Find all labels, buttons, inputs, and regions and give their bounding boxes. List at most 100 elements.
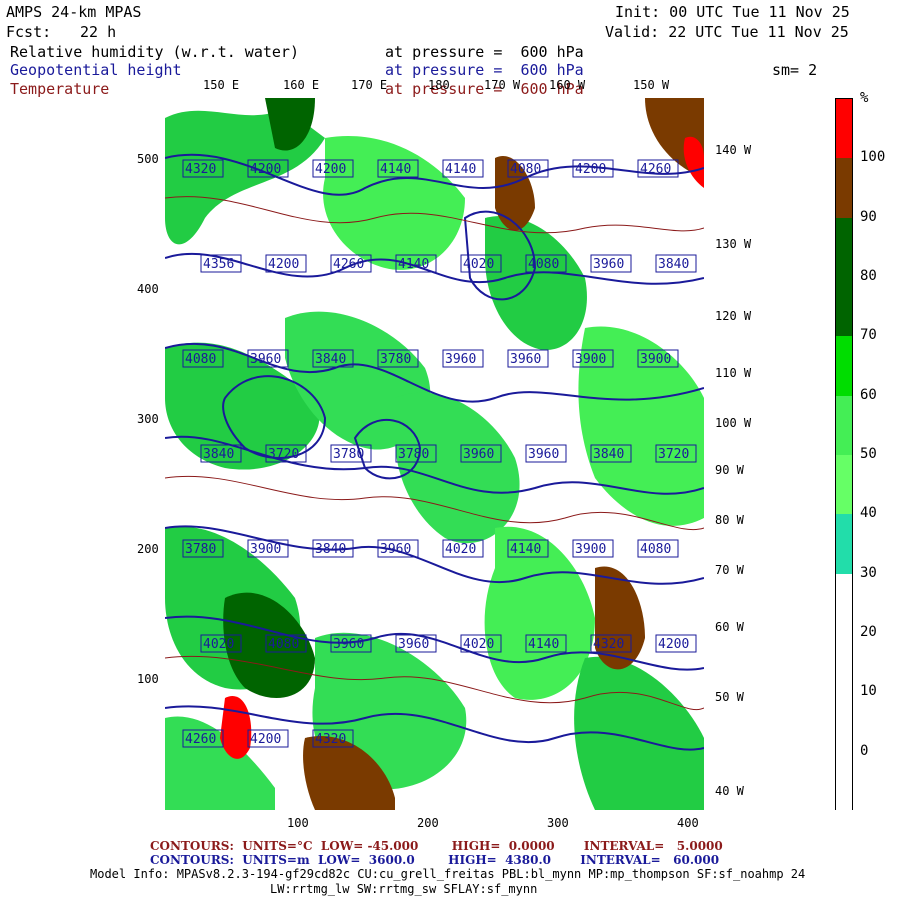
x-tick-label: 300 — [547, 816, 569, 830]
colorbar-label: 20 — [860, 624, 877, 640]
y-tick-label: 200 — [137, 542, 159, 556]
colorbar-segment — [836, 573, 852, 633]
temp-contour-info: CONTOURS: UNITS=°C LOW= -45.000 HIGH= 0.… — [150, 839, 723, 853]
smoothing-label: sm= 2 — [772, 61, 818, 79]
svg-text:3960: 3960 — [398, 637, 429, 652]
field-height-level: at pressure = 600 hPa — [385, 61, 584, 79]
x-tick-label: 200 — [417, 816, 439, 830]
right-lon-label: 70 W — [715, 563, 744, 577]
svg-text:4140: 4140 — [510, 542, 541, 557]
right-lon-label: 50 W — [715, 690, 744, 704]
top-lon-label: 180 — [428, 78, 450, 92]
colorbar-label: 70 — [860, 327, 877, 344]
y-tick-label: 400 — [137, 282, 159, 296]
svg-text:3840: 3840 — [593, 447, 624, 462]
svg-text:4200: 4200 — [658, 637, 689, 652]
y-tick-label: 500 — [137, 152, 159, 166]
colorbar-segment — [836, 514, 852, 574]
svg-text:4140: 4140 — [445, 162, 476, 177]
field-temp-name: Temperature — [10, 80, 110, 98]
colorbar-segment — [836, 217, 852, 277]
top-lon-label: 170 W — [484, 78, 521, 92]
svg-text:4260: 4260 — [185, 732, 216, 747]
colorbar-label: 50 — [860, 446, 877, 462]
colorbar-label: 30 — [860, 564, 877, 581]
colorbar-label: 60 — [860, 386, 877, 403]
svg-text:4320: 4320 — [185, 162, 216, 177]
svg-text:3840: 3840 — [658, 257, 689, 272]
colorbar-label: 10 — [860, 683, 877, 700]
svg-text:3900: 3900 — [250, 542, 281, 557]
svg-text:3900: 3900 — [575, 542, 606, 557]
svg-text:4080: 4080 — [185, 352, 216, 367]
svg-text:4320: 4320 — [315, 732, 346, 747]
fcst-value: 22 h — [80, 23, 117, 41]
field-rh-level: at pressure = 600 hPa — [385, 43, 584, 61]
fcst-label: Fcst: — [6, 23, 52, 41]
model-title: AMPS 24-km MPAS — [6, 3, 142, 21]
x-tick-label: 400 — [677, 816, 699, 830]
colorbar-segment — [836, 277, 852, 337]
svg-text:3960: 3960 — [380, 542, 411, 557]
y-tick-label: 300 — [137, 412, 159, 426]
svg-text:4020: 4020 — [203, 637, 234, 652]
svg-text:4140: 4140 — [528, 637, 559, 652]
colorbar-segment — [836, 158, 852, 218]
colorbar-segment — [836, 692, 852, 752]
svg-text:4200: 4200 — [250, 732, 281, 747]
colorbar-segment — [836, 633, 852, 693]
svg-text:4320: 4320 — [593, 637, 624, 652]
right-lon-label: 140 W — [715, 143, 752, 157]
svg-text:4200: 4200 — [250, 162, 281, 177]
top-lon-label: 170 E — [351, 78, 388, 92]
field-height-name: Geopotential height — [10, 61, 182, 79]
svg-text:3900: 3900 — [575, 352, 606, 367]
height-contour-info: CONTOURS: UNITS=m LOW= 3600.0 HIGH= 4380… — [150, 853, 720, 867]
colorbar-segment — [836, 336, 852, 396]
colorbar-unit: % — [860, 90, 869, 106]
svg-text:3960: 3960 — [445, 352, 476, 367]
svg-text:4260: 4260 — [333, 257, 364, 272]
svg-text:4356: 4356 — [203, 257, 234, 272]
colorbar-label: 40 — [860, 505, 877, 522]
model-info-line-1: Model Info: MPASv8.2.3-194-gf29cd82c CU:… — [90, 867, 806, 881]
svg-text:4200: 4200 — [315, 162, 346, 177]
svg-text:3840: 3840 — [315, 542, 346, 557]
colorbar-segment — [836, 99, 852, 159]
svg-text:3840: 3840 — [203, 447, 234, 462]
svg-text:4080: 4080 — [528, 257, 559, 272]
right-lon-label: 100 W — [715, 416, 752, 430]
svg-text:3900: 3900 — [640, 352, 671, 367]
svg-text:4200: 4200 — [575, 162, 606, 177]
svg-text:3720: 3720 — [268, 447, 299, 462]
svg-text:3960: 3960 — [528, 447, 559, 462]
svg-text:4140: 4140 — [398, 257, 429, 272]
right-lon-label: 80 W — [715, 513, 744, 527]
field-rh-name: Relative humidity (w.r.t. water) — [10, 43, 299, 61]
svg-text:3960: 3960 — [593, 257, 624, 272]
svg-text:4020: 4020 — [463, 637, 494, 652]
model-info-line-2: LW:rrtmg_lw SW:rrtmg_sw SFLAY:sf_mynn — [270, 882, 538, 896]
colorbar-segment — [836, 751, 852, 811]
top-lon-label: 150 E — [203, 78, 240, 92]
svg-text:4080: 4080 — [268, 637, 299, 652]
y-tick-label: 100 — [137, 672, 159, 686]
svg-text:3960: 3960 — [250, 352, 281, 367]
svg-text:3840: 3840 — [315, 352, 346, 367]
svg-text:3780: 3780 — [380, 352, 411, 367]
colorbar-label: 80 — [860, 268, 877, 284]
svg-text:4080: 4080 — [510, 162, 541, 177]
svg-text:3960: 3960 — [463, 447, 494, 462]
right-lon-label: 90 W — [715, 463, 744, 477]
top-lon-label: 150 W — [633, 78, 670, 92]
right-lon-label: 60 W — [715, 620, 744, 634]
right-lon-label: 40 W — [715, 784, 744, 798]
top-lon-label: 160 E — [283, 78, 320, 92]
init-time: Init: 00 UTC Tue 11 Nov 25 — [615, 3, 850, 21]
colorbar-label: 100 — [860, 149, 886, 166]
right-lon-label: 110 W — [715, 366, 752, 380]
map-panel: 4320 4200 4200 4140 4140 4080 4200 4260 4356 4200… — [165, 98, 704, 810]
svg-text:4020: 4020 — [445, 542, 476, 557]
x-tick-label: 100 — [287, 816, 309, 830]
svg-text:3720: 3720 — [658, 447, 689, 462]
